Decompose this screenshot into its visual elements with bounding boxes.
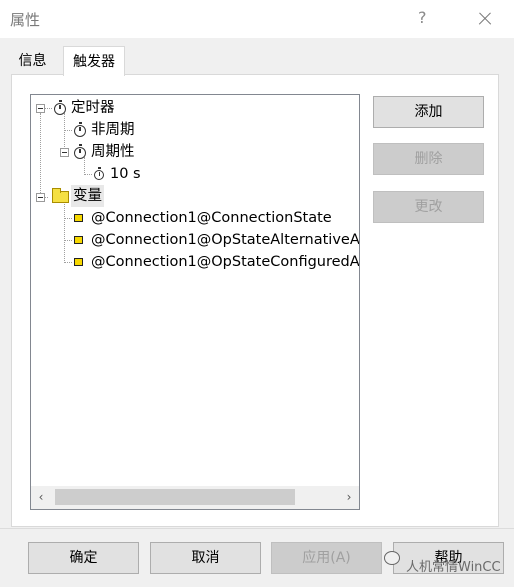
footer-divider — [0, 528, 514, 529]
stopwatch-icon — [94, 167, 104, 180]
folder-icon — [52, 188, 69, 203]
wechat-icon — [384, 551, 400, 565]
window-title: 属性 — [10, 11, 41, 29]
tree-node-tag[interactable]: @Connection1@OpStateAlternativeA — [91, 229, 359, 251]
tree-node-tags[interactable]: 变量 — [71, 185, 104, 207]
collapse-icon[interactable] — [36, 193, 45, 202]
tree-line — [64, 218, 72, 219]
tree-node-acyclic[interactable]: 非周期 — [91, 119, 135, 141]
tree-line — [84, 157, 85, 175]
tree-node-timer[interactable]: 定时器 — [71, 97, 115, 119]
tree-line — [64, 202, 65, 263]
tab-trigger[interactable]: 触发器 — [63, 46, 125, 76]
tag-icon — [74, 258, 83, 266]
tree-line — [64, 113, 65, 153]
tree-line — [84, 174, 92, 175]
tree-node-10s[interactable]: 10 s — [110, 163, 141, 185]
horizontal-scrollbar[interactable]: ‹ › — [31, 486, 359, 509]
collapse-icon[interactable] — [36, 104, 45, 113]
tree-line — [64, 262, 72, 263]
trigger-tree[interactable]: 定时器 非周期 周期性 10 s 变量 @Connection1@Connect… — [30, 94, 360, 510]
tree-line — [44, 108, 52, 109]
tab-info[interactable]: 信息 — [11, 48, 54, 75]
watermark-text: 人机常情WinCC — [406, 560, 501, 575]
scroll-left-icon[interactable]: ‹ — [31, 486, 51, 509]
tag-icon — [74, 236, 83, 244]
tree-node-tag[interactable]: @Connection1@ConnectionState — [91, 207, 332, 229]
title-bar — [0, 0, 514, 38]
scroll-right-icon[interactable]: › — [339, 486, 359, 509]
tree-line — [40, 113, 41, 201]
ok-button[interactable]: 确定 — [28, 542, 139, 574]
scroll-thumb[interactable] — [55, 489, 295, 505]
tree-line — [64, 130, 72, 131]
add-button[interactable]: 添加 — [373, 96, 484, 128]
apply-button[interactable]: 应用(A) — [271, 542, 382, 574]
tag-icon — [74, 214, 83, 222]
stopwatch-icon — [74, 144, 86, 159]
tree-node-tag[interactable]: @Connection1@OpStateConfiguredA — [91, 251, 359, 273]
collapse-icon[interactable] — [60, 148, 69, 157]
stopwatch-icon — [74, 122, 86, 137]
tree-node-cyclic[interactable]: 周期性 — [91, 141, 135, 163]
tree-line — [64, 240, 72, 241]
change-button[interactable]: 更改 — [373, 191, 484, 223]
stopwatch-icon — [54, 100, 66, 115]
close-icon[interactable] — [471, 2, 499, 36]
help-icon[interactable]: ? — [418, 8, 427, 27]
delete-button[interactable]: 删除 — [373, 143, 484, 175]
cancel-button[interactable]: 取消 — [150, 542, 261, 574]
